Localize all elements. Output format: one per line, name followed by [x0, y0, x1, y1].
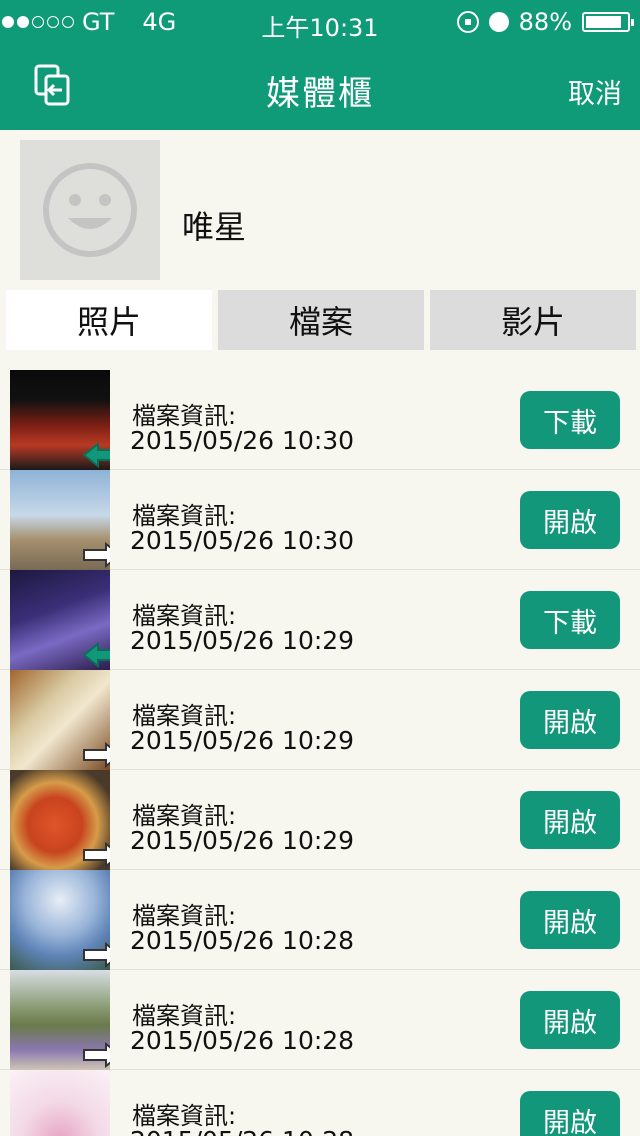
smiley-face-icon — [43, 163, 137, 257]
list-item: 檔案資訊: 2015/05/26 10:30 開啟 — [0, 470, 640, 570]
open-button[interactable]: 開啟 — [520, 491, 620, 549]
list-item: 檔案資訊: 2015/05/26 10:29 開啟 — [0, 770, 640, 870]
profile-name: 唯星 — [182, 208, 247, 246]
incoming-arrow-icon — [82, 442, 110, 468]
status-right: 88% — [456, 8, 634, 36]
file-timestamp: 2015/05/26 10:28 — [130, 1026, 355, 1055]
photo-thumbnail[interactable] — [10, 970, 110, 1070]
alarm-icon — [488, 12, 509, 32]
battery-icon — [582, 12, 634, 32]
photo-thumbnail[interactable] — [10, 670, 110, 770]
photo-thumbnail[interactable] — [10, 570, 110, 670]
file-timestamp: 2015/05/26 10:29 — [130, 726, 355, 755]
file-timestamp: 2015/05/26 10:28 — [130, 1126, 354, 1136]
tab-photos[interactable]: 照片 — [6, 290, 212, 350]
download-button[interactable]: 下載 — [520, 391, 620, 449]
page-title: 媒體櫃 — [266, 74, 374, 114]
nav-bar: 媒體櫃 取消 — [0, 44, 640, 130]
outgoing-arrow-icon — [83, 1042, 110, 1068]
app-header: GT 4G 上午10:31 88% 媒體櫃 取消 — [0, 0, 640, 130]
photo-thumbnail[interactable] — [10, 870, 110, 970]
battery-percent: 88% — [518, 8, 572, 36]
media-list: 檔案資訊: 2015/05/26 10:30 下載 檔案資訊: 2015/05/26 1… — [0, 370, 640, 1136]
list-item: 檔案資訊: 2015/05/26 10:29 下載 — [0, 570, 640, 670]
open-button[interactable]: 開啟 — [520, 691, 620, 749]
photo-thumbnail[interactable] — [10, 370, 110, 470]
open-button[interactable]: 開啟 — [520, 891, 620, 949]
file-timestamp: 2015/05/26 10:30 — [130, 426, 355, 455]
photo-thumbnail[interactable] — [10, 1070, 110, 1136]
avatar — [20, 140, 160, 280]
incoming-arrow-icon — [82, 642, 110, 668]
open-button[interactable]: 開啟 — [520, 991, 620, 1049]
profile-header: 唯星 — [0, 130, 640, 290]
media-tabs: 照片 檔案 影片 — [6, 290, 636, 350]
tab-files[interactable]: 檔案 — [218, 290, 424, 350]
rotation-lock-icon — [456, 11, 479, 33]
download-button[interactable]: 下載 — [520, 591, 620, 649]
list-item: 檔案資訊:2015/05/26 10:28開啟 — [0, 970, 640, 1070]
open-button[interactable]: 開啟 — [520, 1091, 620, 1136]
file-timestamp: 2015/05/26 10:30 — [130, 526, 355, 555]
file-timestamp: 2015/05/26 10:28 — [130, 926, 355, 955]
file-timestamp: 2015/05/26 10:29 — [130, 826, 355, 855]
cancel-button[interactable]: 取消 — [568, 72, 622, 111]
status-bar: GT 4G 上午10:31 88% — [0, 0, 640, 44]
file-timestamp: 2015/05/26 10:29 — [130, 626, 355, 655]
list-item: 檔案資訊:2015/05/26 10:28開啟 — [0, 1070, 640, 1136]
outgoing-arrow-icon — [83, 542, 110, 568]
outgoing-arrow-icon — [83, 942, 110, 968]
outgoing-arrow-icon — [83, 742, 110, 768]
list-item: 檔案資訊: 2015/05/26 10:30 下載 — [0, 370, 640, 470]
open-button[interactable]: 開啟 — [520, 791, 620, 849]
photo-thumbnail[interactable] — [10, 470, 110, 570]
photo-thumbnail[interactable] — [10, 770, 110, 870]
tab-videos[interactable]: 影片 — [430, 290, 636, 350]
outgoing-arrow-icon — [83, 842, 110, 868]
list-item: 檔案資訊:2015/05/26 10:28開啟 — [0, 870, 640, 970]
list-item: 檔案資訊: 2015/05/26 10:29 開啟 — [0, 670, 640, 770]
